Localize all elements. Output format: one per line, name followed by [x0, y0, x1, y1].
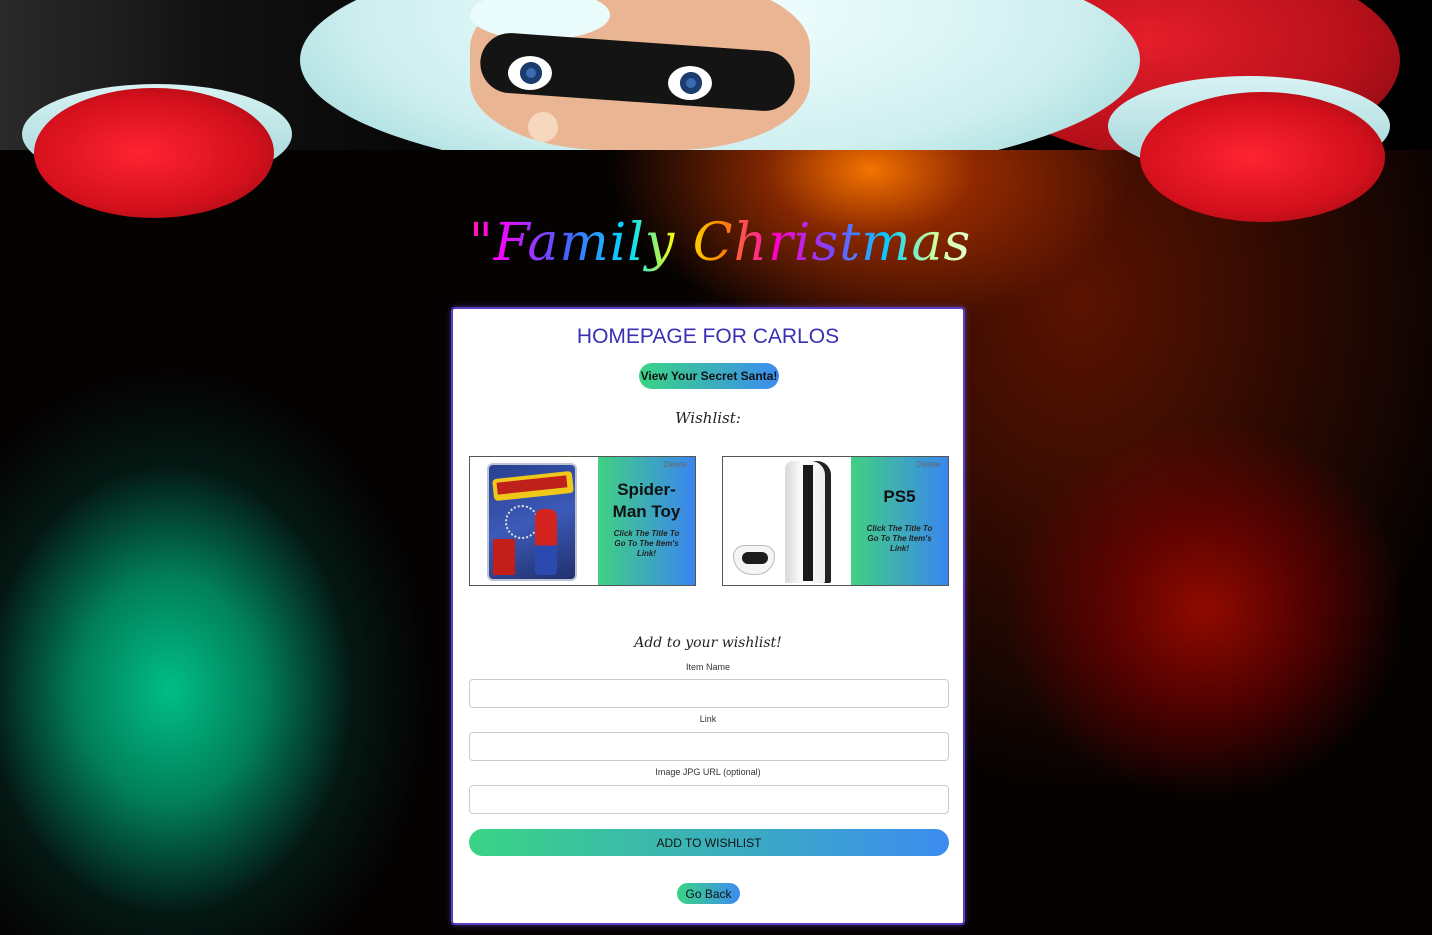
spider-man-toy-image	[470, 457, 598, 585]
item-info-panel: Delete PS5 Click The Title To Go To The …	[851, 457, 948, 585]
go-back-button[interactable]: Go Back	[677, 883, 740, 904]
toy-box-card	[493, 539, 515, 575]
item-title-link[interactable]: PS5	[855, 486, 944, 508]
wishlist-heading: Wishlist:	[675, 409, 741, 427]
item-name-label: Item Name	[685, 662, 730, 672]
santa-right-eye	[668, 66, 712, 100]
right-glove	[1140, 92, 1385, 222]
santa-nose	[528, 112, 558, 142]
delete-link[interactable]: Delete	[917, 460, 940, 469]
link-input[interactable]	[469, 732, 949, 761]
item-title-link[interactable]: Spider-Man Toy	[602, 479, 691, 523]
image-url-input[interactable]	[469, 785, 949, 814]
image-url-label: Image JPG URL (optional)	[655, 767, 761, 777]
item-name-input[interactable]	[469, 679, 949, 708]
delete-link[interactable]: Delete	[664, 460, 687, 469]
item-info-panel: Delete Spider-Man Toy Click The Title To…	[598, 457, 695, 585]
ps5-core	[803, 465, 813, 581]
wishlist-item-spider-man: Delete Spider-Man Toy Click The Title To…	[469, 456, 696, 586]
link-label: Link	[699, 714, 717, 724]
ps5-controller	[733, 545, 775, 575]
item-hint-text: Click The Title To Go To The Item's Link…	[866, 524, 933, 553]
web-graphic	[505, 505, 539, 539]
santa-left-eye	[508, 56, 552, 90]
homepage-heading: HOMEPAGE FOR CARLOS	[576, 325, 840, 348]
page-title: "Family Christmas 2022"	[440, 208, 1000, 343]
add-to-wishlist-heading: Add to your wishlist!	[634, 635, 782, 651]
spider-man-figure	[535, 509, 557, 575]
left-glove	[34, 88, 274, 218]
add-to-wishlist-button[interactable]: ADD TO WISHLIST	[469, 829, 949, 856]
view-secret-santa-button[interactable]: View Your Secret Santa!	[639, 363, 779, 389]
item-hint-text: Click The Title To Go To The Item's Link…	[613, 529, 680, 558]
ps5-image	[723, 457, 851, 585]
homepage-card: HOMEPAGE FOR CARLOS View Your Secret San…	[451, 307, 965, 925]
wishlist-item-ps5: Delete PS5 Click The Title To Go To The …	[722, 456, 949, 586]
toy-box-art	[487, 463, 577, 581]
